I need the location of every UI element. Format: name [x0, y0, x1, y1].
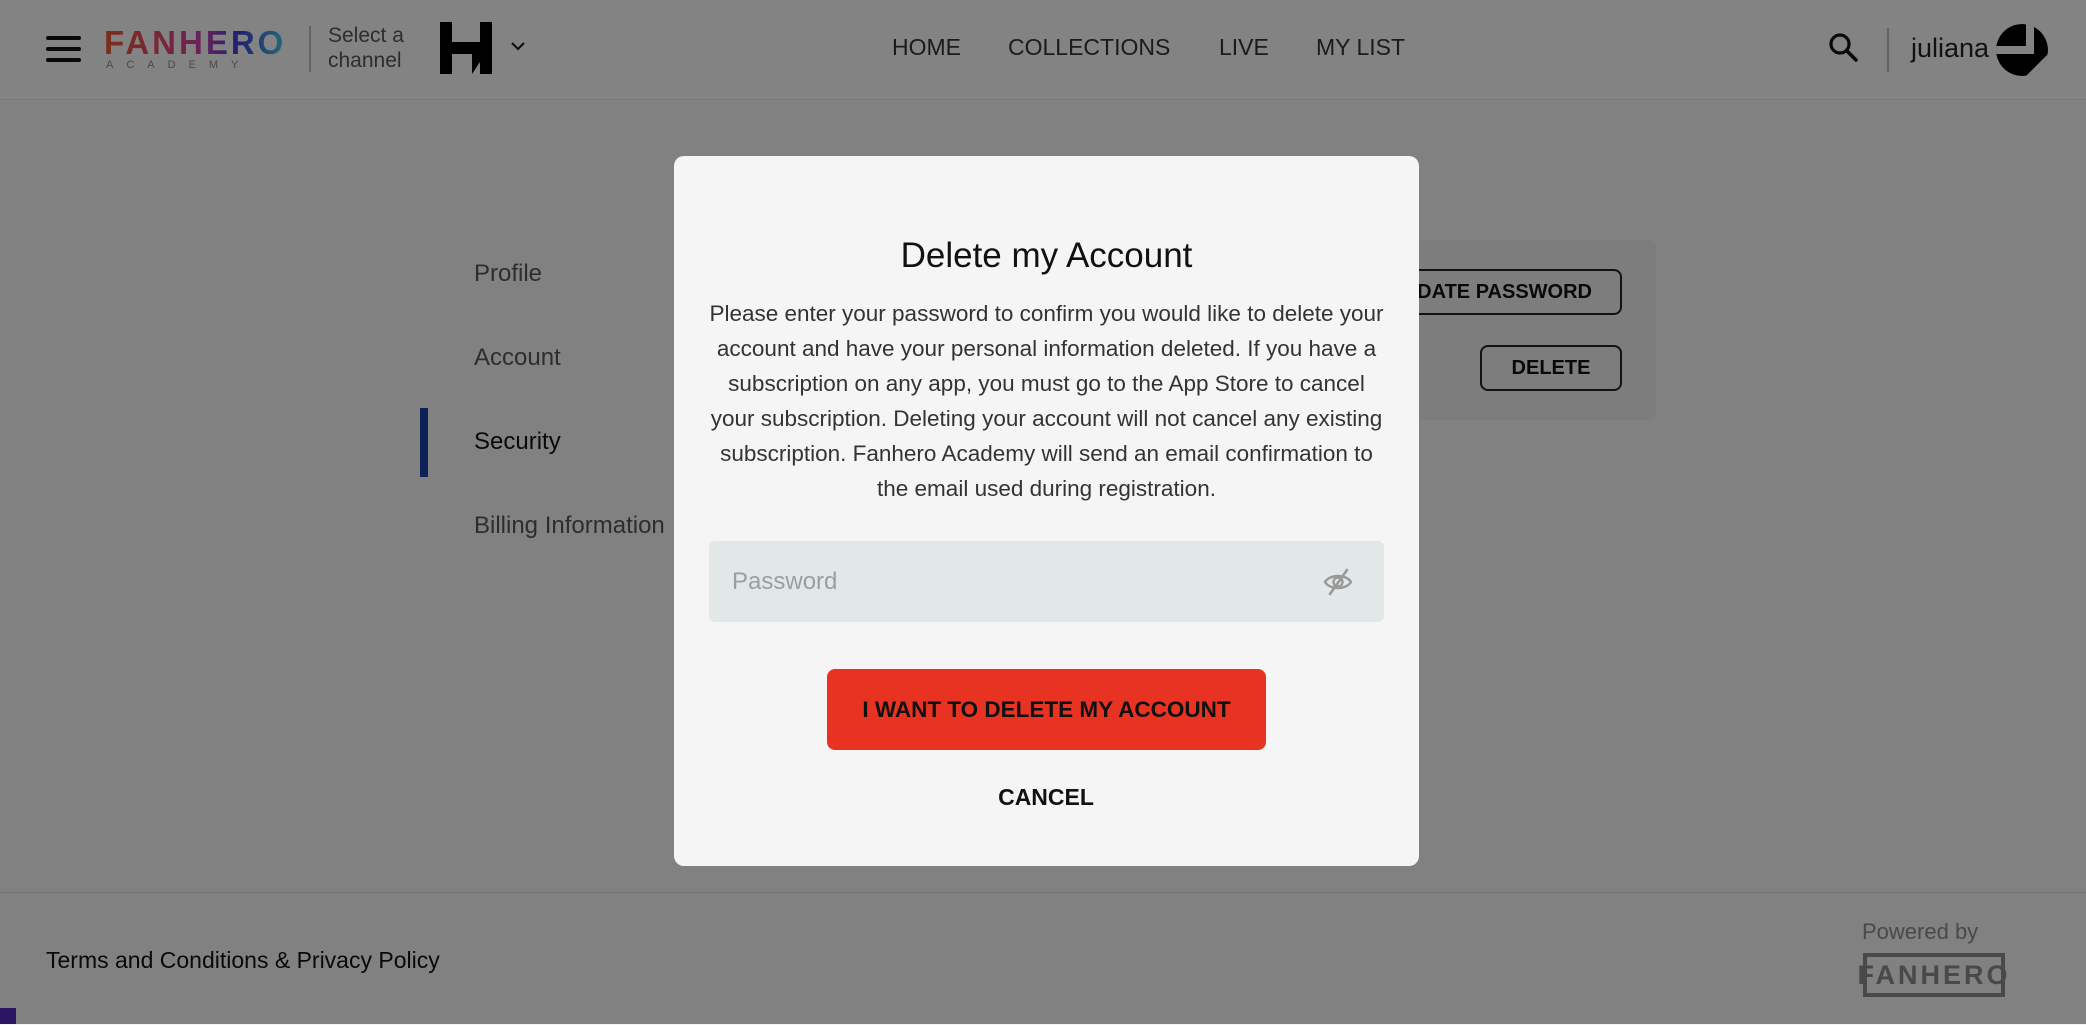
modal-description: Please enter your password to confirm yo…: [709, 301, 1384, 501]
window-corner: [0, 1008, 16, 1024]
cancel-button[interactable]: CANCEL: [946, 776, 1146, 818]
confirm-delete-button[interactable]: I WANT TO DELETE MY ACCOUNT: [827, 669, 1266, 750]
password-field: [709, 541, 1384, 622]
delete-account-modal: Delete my Account Please enter your pass…: [674, 156, 1419, 866]
eye-slash-icon[interactable]: [1322, 567, 1354, 597]
password-input[interactable]: [709, 541, 1384, 622]
modal-title: Delete my Account: [900, 236, 1193, 275]
